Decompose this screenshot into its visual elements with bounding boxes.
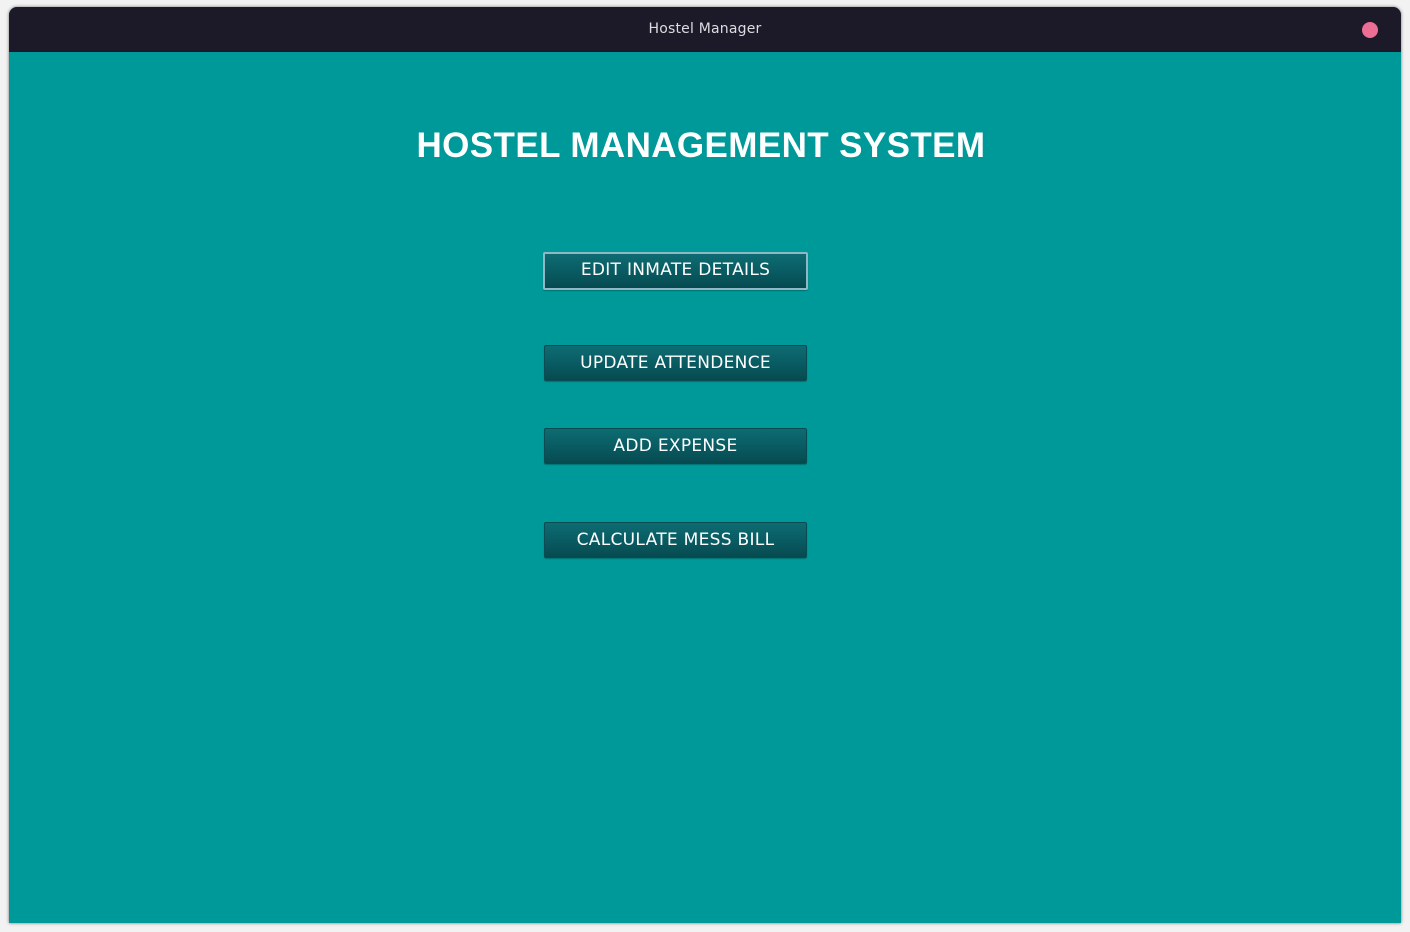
calculate-mess-bill-button[interactable]: CALCULATE MESS BILL (544, 522, 807, 558)
window-title: Hostel Manager (648, 21, 762, 37)
edit-inmate-details-button[interactable]: EDIT INMATE DETAILS (543, 252, 808, 290)
close-window-button[interactable] (1362, 22, 1378, 38)
main-panel: HOSTEL MANAGEMENT SYSTEM EDIT INMATE DET… (9, 52, 1401, 923)
app-window: Hostel Manager HOSTEL MANAGEMENT SYSTEM … (9, 7, 1401, 923)
title-bar[interactable]: Hostel Manager (9, 7, 1401, 52)
update-attendence-button[interactable]: UPDATE ATTENDENCE (544, 345, 807, 381)
add-expense-button[interactable]: ADD EXPENSE (544, 428, 807, 464)
page-title: HOSTEL MANAGEMENT SYSTEM (416, 126, 986, 165)
